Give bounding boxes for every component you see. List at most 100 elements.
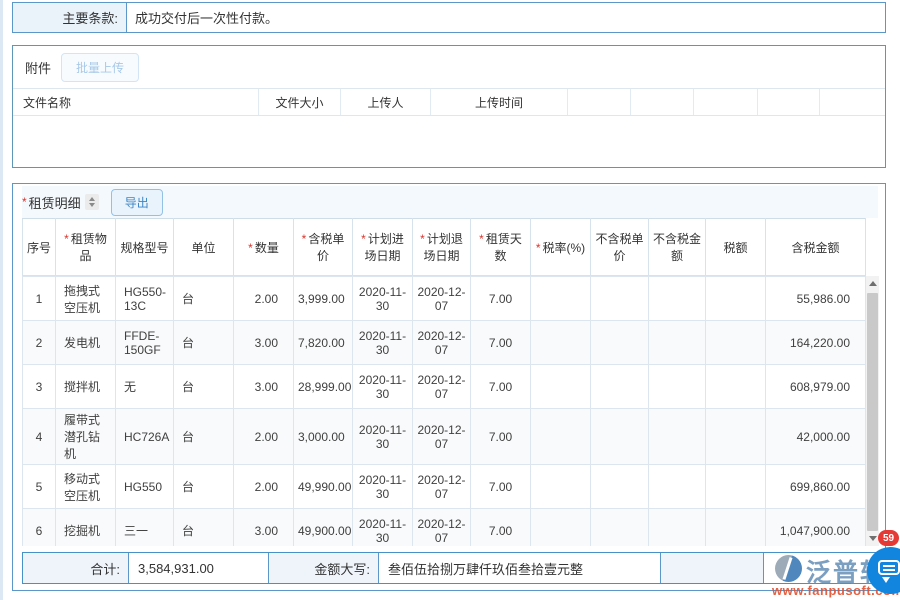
cell-price_ex xyxy=(591,277,649,321)
export-button[interactable]: 导出 xyxy=(111,189,163,216)
cell-unit: 台 xyxy=(174,509,234,547)
cell-no: 5 xyxy=(23,465,56,509)
attachments-empty-header xyxy=(758,89,820,115)
table-row[interactable]: 3搅拌机无台3.0028,999.002020-11-302020-12-077… xyxy=(23,365,866,409)
cell-amount_ex xyxy=(649,409,706,465)
column-header: *计划退场日期 xyxy=(413,219,471,276)
column-header: *数量 xyxy=(234,219,294,276)
chat-bubble-icon xyxy=(878,560,900,575)
notification-badge: 59 xyxy=(878,530,899,546)
cell-item: 移动式空压机 xyxy=(56,465,116,509)
attachments-column-header: 上传人 xyxy=(341,89,431,115)
attachments-empty-header xyxy=(820,89,884,115)
cell-no: 2 xyxy=(23,321,56,365)
cell-tax xyxy=(706,277,766,321)
cell-rate xyxy=(531,321,591,365)
cell-days: 7.00 xyxy=(471,509,531,547)
rental-table-header: 序号*租赁物品规格型号单位*数量*含税单价*计划进场日期*计划退场日期*租赁天数… xyxy=(22,218,866,276)
cell-tax xyxy=(706,409,766,465)
cell-qty: 3.00 xyxy=(234,365,294,409)
cell-rate xyxy=(531,465,591,509)
required-asterisk: * xyxy=(64,232,69,246)
required-asterisk: * xyxy=(536,241,541,255)
amount-in-words-label: 金额大写: xyxy=(269,553,379,583)
cell-price: 3,000.00 xyxy=(294,409,353,465)
required-asterisk: * xyxy=(361,232,366,246)
cell-amount: 699,860.00 xyxy=(766,465,866,509)
cell-end: 2020-12-07 xyxy=(413,321,471,365)
cell-item: 挖掘机 xyxy=(56,509,116,547)
attachments-toolbar: 附件 批量上传 xyxy=(13,46,885,88)
total-value: 3,584,931.00 xyxy=(129,553,269,583)
sort-updown-icon[interactable] xyxy=(85,194,99,210)
cell-amount_ex xyxy=(649,465,706,509)
column-header: 不含税单价 xyxy=(591,219,649,276)
attachments-column-header: 上传时间 xyxy=(431,89,568,115)
cell-model: HG550-13C xyxy=(116,277,174,321)
cell-item: 发电机 xyxy=(56,321,116,365)
column-header: 序号 xyxy=(23,219,56,276)
column-header: 税额 xyxy=(706,219,766,276)
cell-days: 7.00 xyxy=(471,465,531,509)
cell-amount: 608,979.00 xyxy=(766,365,866,409)
attachments-panel: 附件 批量上传 文件名称文件大小上传人上传时间 xyxy=(12,45,886,168)
cell-item: 搅拌机 xyxy=(56,365,116,409)
cell-rate xyxy=(531,365,591,409)
cell-tax xyxy=(706,509,766,547)
cell-price: 28,999.00 xyxy=(294,365,353,409)
vertical-scrollbar[interactable] xyxy=(866,276,879,546)
cell-model: HG550 xyxy=(116,465,174,509)
cell-days: 7.00 xyxy=(471,277,531,321)
cell-price: 49,990.00 xyxy=(294,465,353,509)
cell-unit: 台 xyxy=(174,465,234,509)
cell-amount: 164,220.00 xyxy=(766,321,866,365)
required-asterisk: * xyxy=(420,232,425,246)
cell-model: 三一 xyxy=(116,509,174,547)
cell-start: 2020-11-30 xyxy=(353,277,413,321)
cell-unit: 台 xyxy=(174,365,234,409)
main-terms-value: 成功交付后一次性付款。 xyxy=(127,3,885,32)
cell-price_ex xyxy=(591,465,649,509)
chat-bubble-tail xyxy=(882,577,890,583)
column-header: *租赁天数 xyxy=(471,219,531,276)
cell-amount_ex xyxy=(649,277,706,321)
cell-start: 2020-11-30 xyxy=(353,409,413,465)
cell-amount_ex xyxy=(649,321,706,365)
column-header: 不含税金额 xyxy=(649,219,706,276)
cell-price: 49,900.00 xyxy=(294,509,353,547)
cell-tax xyxy=(706,365,766,409)
cell-qty: 2.00 xyxy=(234,277,294,321)
cell-no: 3 xyxy=(23,365,56,409)
table-row[interactable]: 5移动式空压机HG550台2.0049,990.002020-11-302020… xyxy=(23,465,866,509)
cell-end: 2020-12-07 xyxy=(413,409,471,465)
column-header: *税率(%) xyxy=(531,219,591,276)
cell-amount: 42,000.00 xyxy=(766,409,866,465)
cell-end: 2020-12-07 xyxy=(413,277,471,321)
batch-upload-button[interactable]: 批量上传 xyxy=(61,53,139,82)
cell-unit: 台 xyxy=(174,321,234,365)
cell-amount: 55,986.00 xyxy=(766,277,866,321)
attachments-column-header: 文件大小 xyxy=(259,89,341,115)
table-row[interactable]: 6挖掘机三一台3.0049,900.002020-11-302020-12-07… xyxy=(23,509,866,547)
table-row[interactable]: 1拖拽式空压机HG550-13C台2.003,999.002020-11-302… xyxy=(23,277,866,321)
cell-price_ex xyxy=(591,365,649,409)
cell-amount_ex xyxy=(649,509,706,547)
table-row[interactable]: 2发电机FFDE-150GF台3.007,820.002020-11-30202… xyxy=(23,321,866,365)
cell-price_ex xyxy=(591,509,649,547)
cell-start: 2020-11-30 xyxy=(353,321,413,365)
rental-table: 1拖拽式空压机HG550-13C台2.003,999.002020-11-302… xyxy=(22,276,866,546)
cell-rate xyxy=(531,509,591,547)
cell-model: FFDE-150GF xyxy=(116,321,174,365)
attachments-header-row: 文件名称文件大小上传人上传时间 xyxy=(13,88,885,116)
rental-panel: * 租赁明细 导出 序号*租赁物品规格型号单位*数量*含税单价*计划进场日期*计… xyxy=(12,183,886,591)
attachments-empty-header xyxy=(631,89,694,115)
cell-price_ex xyxy=(591,321,649,365)
table-row[interactable]: 4履带式潜孔钻机HC726A台2.003,000.002020-11-30202… xyxy=(23,409,866,465)
cell-start: 2020-11-30 xyxy=(353,365,413,409)
scrollbar-up-icon[interactable] xyxy=(866,276,879,291)
cell-amount_ex xyxy=(649,365,706,409)
summary-filler-cell xyxy=(661,553,764,583)
cell-end: 2020-12-07 xyxy=(413,365,471,409)
cell-amount: 1,047,900.00 xyxy=(766,509,866,547)
scrollbar-thumb[interactable] xyxy=(867,293,878,531)
